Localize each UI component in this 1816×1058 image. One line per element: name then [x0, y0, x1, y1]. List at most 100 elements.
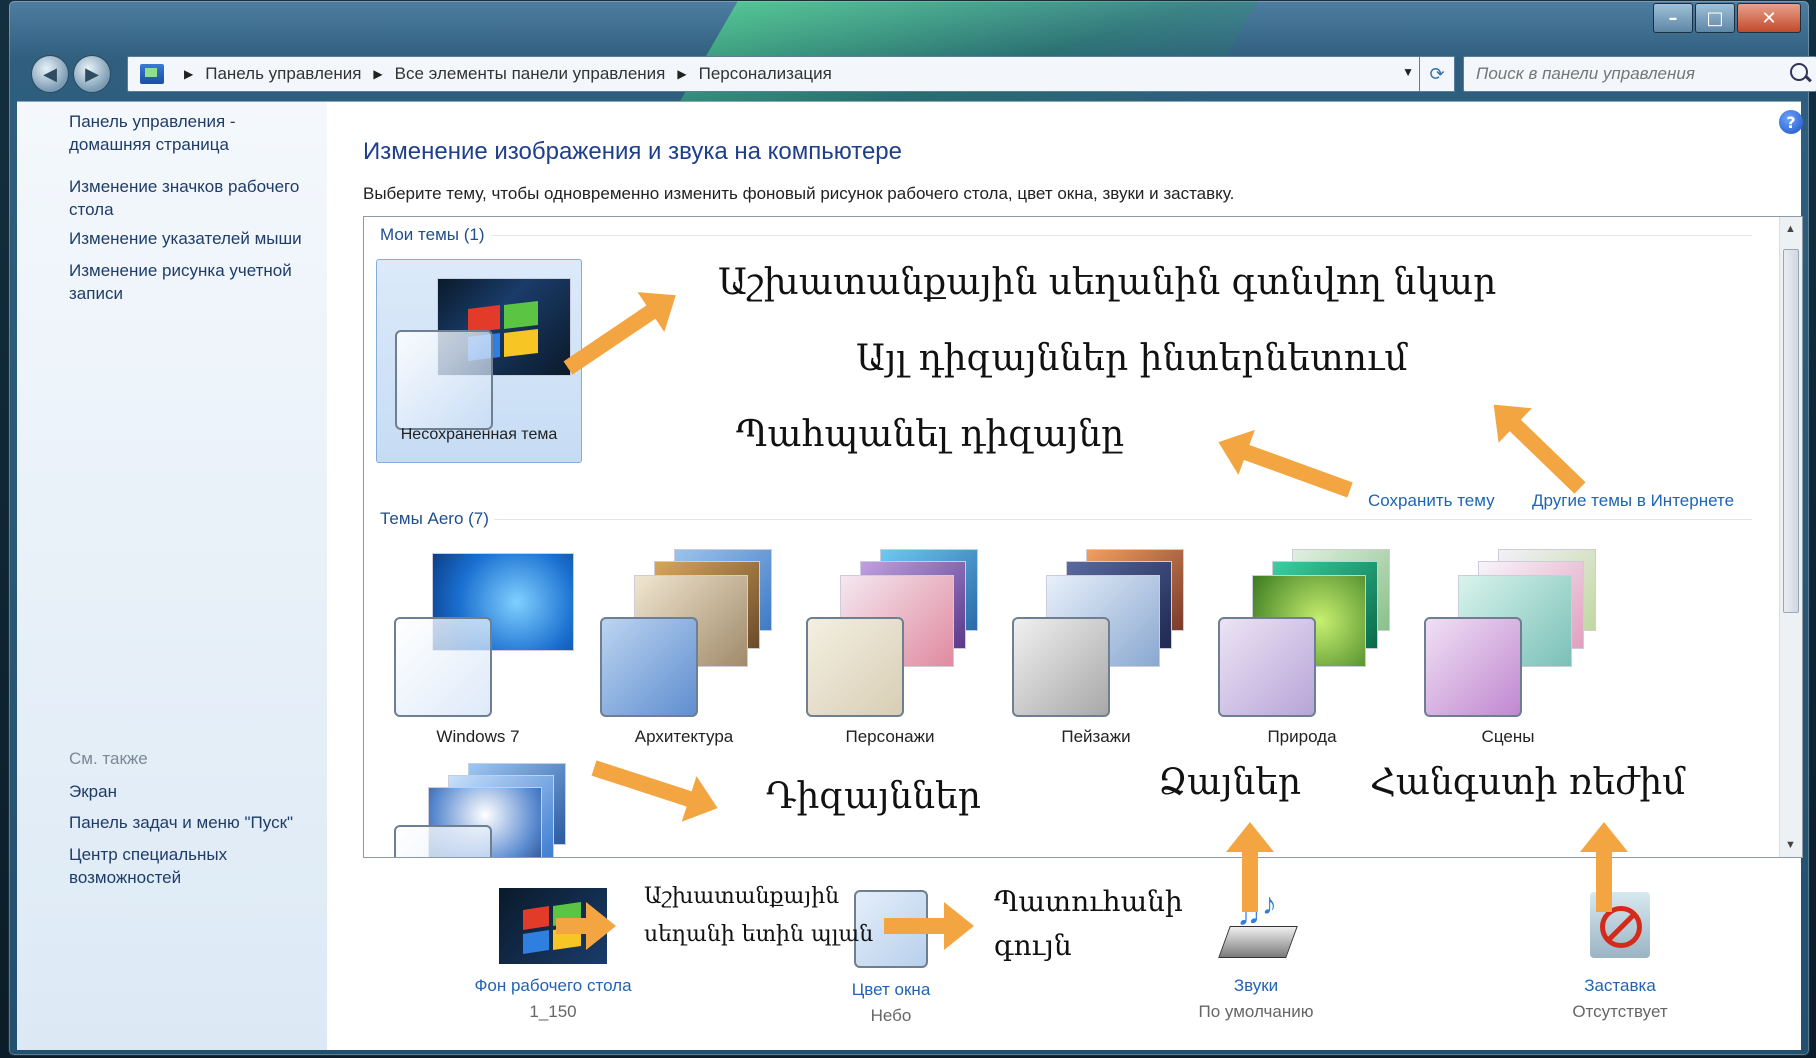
- theme-thumbnail: [1006, 547, 1186, 717]
- theme-thumbnail: [1418, 547, 1598, 717]
- see-also-display[interactable]: Экран: [69, 780, 117, 803]
- theme-unsaved-label: Несохраненная тема: [400, 426, 558, 443]
- see-also-accessibility[interactable]: Центр специальных возможностей: [69, 843, 289, 889]
- page-title: Изменение изображения и звука на компьют…: [363, 138, 903, 165]
- theme-label: Архитектура: [634, 727, 734, 746]
- theme-extra[interactable]: [376, 763, 580, 857]
- search-icon[interactable]: [1790, 63, 1808, 81]
- forward-button[interactable]: ▶: [73, 55, 111, 93]
- arrow-desktop-background: [556, 902, 616, 950]
- window-color-swatch: [394, 825, 492, 857]
- address-bar[interactable]: ▶ Панель управления ▶ Все элементы панел…: [127, 56, 1427, 92]
- search-input[interactable]: [1474, 57, 1778, 91]
- scroll-down-icon[interactable]: ▼: [1785, 839, 1796, 851]
- theme-thumbnail: [1212, 547, 1392, 717]
- annotation-color-line2: գույն: [994, 929, 1072, 962]
- see-also-taskbar[interactable]: Панель задач и меню "Пуск": [69, 811, 293, 834]
- divider: [494, 519, 1752, 520]
- theme-scrollbar[interactable]: ▲ ▼: [1779, 217, 1802, 857]
- divider: [492, 235, 1752, 236]
- annotation-save-design: Պահպանել դիզայնը: [736, 414, 1125, 455]
- theme-label: Персонажи: [845, 727, 935, 746]
- window-color-swatch: [1218, 617, 1316, 717]
- window-color-value: Небо: [870, 1006, 912, 1025]
- annotation-sounds: Ձայներ: [1158, 762, 1302, 803]
- aero-themes-heading: Темы Aero (7): [380, 509, 489, 528]
- back-button[interactable]: ◀: [31, 55, 69, 93]
- theme-architecture[interactable]: Архитектура: [582, 547, 786, 749]
- sidebar: Панель управления - домашняя страница Из…: [17, 102, 327, 1050]
- scroll-thumb[interactable]: [1783, 249, 1799, 613]
- annotation-desktop-background: Աշխատանքային սեղանի ետին պլան: [644, 878, 873, 954]
- breadcrumb-personalization[interactable]: Персонализация: [699, 64, 832, 84]
- my-themes-heading: Мои темы (1): [380, 225, 485, 244]
- theme-thumbnail: [594, 547, 774, 717]
- window-color-swatch: [395, 330, 493, 430]
- chevron-right-icon[interactable]: ▶: [184, 67, 193, 81]
- window-color-swatch: [806, 617, 904, 717]
- maximize-button[interactable]: □: [1695, 3, 1735, 33]
- theme-thumbnail: [389, 260, 571, 430]
- arrow-sounds: [1242, 842, 1258, 912]
- annotation-color-line1: Պատուհանի: [994, 885, 1183, 918]
- desktop-background-label[interactable]: Фон рабочего стола: [453, 976, 653, 996]
- annotation-screensaver: Հանգստի ռեժիմ: [1370, 762, 1686, 803]
- caption-buttons: – □ ✕: [1653, 3, 1801, 33]
- annotation-more-online: Այլ դիզայններ ինտերնետում: [856, 338, 1408, 379]
- theme-label: Пейзажи: [1061, 727, 1131, 746]
- chevron-right-icon[interactable]: ▶: [677, 67, 686, 81]
- close-button[interactable]: ✕: [1737, 3, 1801, 33]
- window-color-label[interactable]: Цвет окна: [803, 980, 979, 1000]
- theme-characters[interactable]: Персонажи: [788, 547, 992, 749]
- theme-unsaved[interactable]: Несохраненная тема: [376, 259, 582, 463]
- desktop-background-value: 1_150: [529, 1002, 577, 1021]
- screensaver-label[interactable]: Заставка: [1535, 976, 1705, 996]
- more-themes-online-link[interactable]: Другие темы в Интернете: [1532, 491, 1734, 511]
- content-area: Панель управления - домашняя страница Из…: [17, 101, 1803, 1050]
- scroll-up-icon[interactable]: ▲: [1785, 223, 1796, 235]
- window-color-swatch: [1012, 617, 1110, 717]
- arrow-window-color: [884, 902, 974, 950]
- refresh-button[interactable]: ⟳: [1419, 56, 1455, 92]
- window-color-swatch: [600, 617, 698, 717]
- annotation-bg-line1: Աշխատանքային: [644, 884, 840, 909]
- theme-scenes[interactable]: Сцены: [1406, 547, 1610, 749]
- sounds-value: По умолчанию: [1198, 1002, 1314, 1021]
- see-also-label: См. также: [69, 749, 148, 768]
- screensaver-setting[interactable]: Заставка Отсутствует: [1535, 888, 1705, 1022]
- help-icon[interactable]: ?: [1779, 110, 1803, 134]
- theme-windows7[interactable]: Windows 7: [376, 547, 580, 749]
- window-color-swatch: [394, 617, 492, 717]
- page-description: Выберите тему, чтобы одновременно измени…: [363, 184, 1235, 203]
- sidebar-item-desktop-icons[interactable]: Изменение значков рабочего стола: [69, 175, 309, 221]
- personalization-window: – □ ✕ ◀ ▶ ▶ Панель управления ▶ Все элем…: [8, 0, 1816, 1056]
- control-panel-icon: [140, 64, 164, 84]
- save-theme-link[interactable]: Сохранить тему: [1368, 491, 1495, 511]
- theme-thumbnail: [800, 547, 980, 717]
- desktop-background-setting[interactable]: Фон рабочего стола 1_150: [453, 888, 653, 1022]
- navigation-bar: ◀ ▶ ▶ Панель управления ▶ Все элементы п…: [21, 51, 1816, 97]
- minimize-button[interactable]: –: [1653, 3, 1693, 33]
- theme-landscapes[interactable]: Пейзажи: [994, 547, 1198, 749]
- annotation-window-color: Պատուհանի գույն: [994, 880, 1183, 968]
- theme-label: Windows 7: [436, 727, 520, 746]
- annotation-desktop-image: Աշխատանքային սեղանին գտնվող նկար: [718, 262, 1497, 303]
- theme-label: Сцены: [1481, 727, 1535, 746]
- sidebar-home-link[interactable]: Панель управления - домашняя страница: [69, 110, 289, 156]
- annotation-bg-line2: սեղանի ետին պլան: [644, 922, 874, 947]
- sounds-label[interactable]: Звуки: [1171, 976, 1341, 996]
- theme-nature[interactable]: Природа: [1200, 547, 1404, 749]
- chevron-down-icon[interactable]: ▼: [1402, 65, 1414, 79]
- window-color-swatch: [1424, 617, 1522, 717]
- theme-thumbnail: [388, 547, 574, 717]
- arrow-screensaver: [1596, 842, 1612, 912]
- sidebar-item-mouse-pointers[interactable]: Изменение указателей мыши: [69, 227, 309, 250]
- theme-label: Природа: [1267, 727, 1337, 746]
- sidebar-item-account-picture[interactable]: Изменение рисунка учетной записи: [69, 259, 309, 305]
- theme-thumbnail: [388, 763, 568, 857]
- chevron-right-icon[interactable]: ▶: [373, 67, 382, 81]
- breadcrumb-all-items[interactable]: Все элементы панели управления: [395, 64, 666, 84]
- search-box: [1463, 56, 1816, 92]
- breadcrumb-control-panel[interactable]: Панель управления: [205, 64, 361, 84]
- screensaver-value: Отсутствует: [1572, 1002, 1668, 1021]
